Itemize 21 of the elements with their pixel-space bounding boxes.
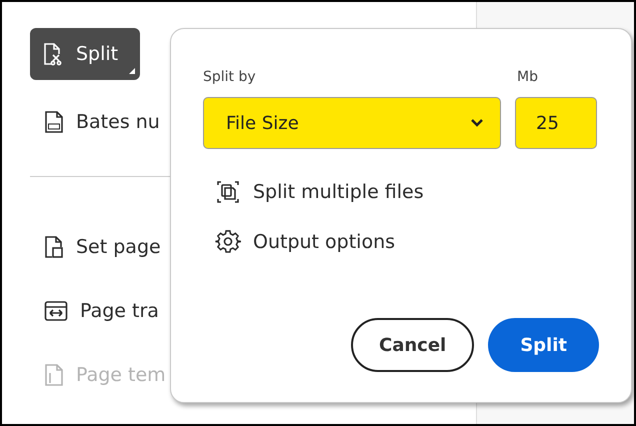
option-link[interactable]: Output options xyxy=(203,229,396,255)
split-button[interactable]: Split xyxy=(488,318,599,372)
split-by-dropdown[interactable]: File Size xyxy=(203,97,501,149)
numbered-file-icon xyxy=(44,110,64,134)
corner-indicator-icon xyxy=(129,68,136,74)
sidebar-item[interactable]: Split xyxy=(30,28,140,80)
field-label: Split by xyxy=(203,69,257,85)
page-transition-icon xyxy=(44,300,68,322)
page-icon xyxy=(44,235,64,259)
chevron-down-icon xyxy=(470,118,484,128)
sidebar-item[interactable]: Bates nu xyxy=(30,96,174,148)
template-icon xyxy=(44,363,64,387)
sidebar-item[interactable]: Page tra xyxy=(30,285,173,337)
gear-icon xyxy=(215,229,241,255)
option-link[interactable]: Split multiple files xyxy=(203,179,424,205)
split-file-icon xyxy=(42,42,64,66)
cancel-button[interactable]: Cancel xyxy=(350,318,474,372)
multiple-files-icon xyxy=(215,179,241,205)
size-input-field[interactable]: 25 xyxy=(515,97,597,149)
sidebar-item[interactable]: Set page xyxy=(30,221,175,273)
field-label: Mb xyxy=(517,69,538,85)
